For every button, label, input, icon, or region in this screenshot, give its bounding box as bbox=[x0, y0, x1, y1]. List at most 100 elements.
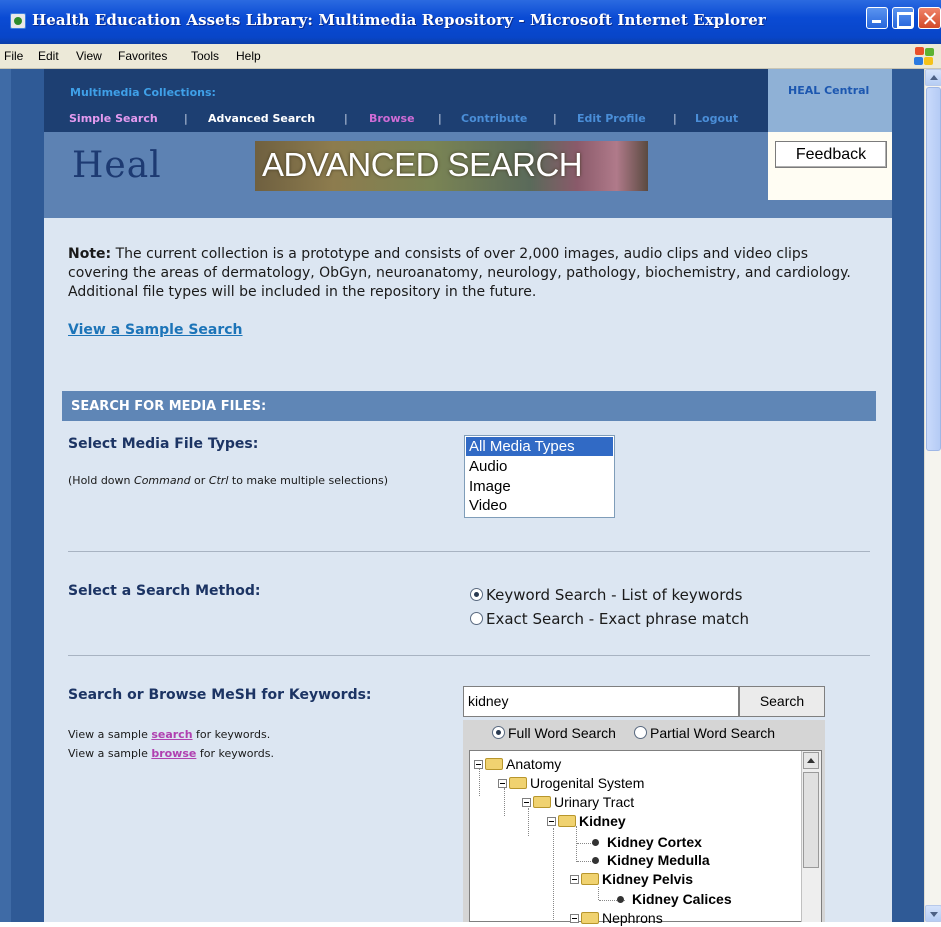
mesh-keywords-label: Search or Browse MeSH for Keywords: bbox=[68, 687, 372, 703]
header-bottom-strip bbox=[44, 200, 892, 218]
collapse-icon[interactable] bbox=[570, 875, 579, 884]
tree-scroll-thumb[interactable] bbox=[803, 772, 819, 868]
tree-node[interactable]: Kidney Cortex bbox=[592, 833, 702, 851]
keyword-search-option[interactable]: Keyword Search - List of keywords bbox=[470, 586, 742, 604]
folder-icon bbox=[485, 758, 503, 770]
folder-icon bbox=[581, 873, 599, 885]
menu-help[interactable]: Help bbox=[236, 49, 261, 63]
nav-separator: | bbox=[673, 112, 677, 125]
nav-contribute[interactable]: Contribute bbox=[461, 112, 527, 125]
section-divider bbox=[68, 655, 870, 656]
minimize-icon[interactable] bbox=[866, 7, 888, 29]
exact-search-option[interactable]: Exact Search - Exact phrase match bbox=[470, 610, 749, 628]
scroll-thumb[interactable] bbox=[926, 87, 941, 451]
collection-note: Note: The current collection is a protot… bbox=[68, 245, 858, 302]
window-title: Health Education Assets Library: Multime… bbox=[32, 11, 766, 29]
menu-favorites[interactable]: Favorites bbox=[118, 49, 167, 63]
media-option-audio[interactable]: Audio bbox=[466, 457, 613, 476]
windows-logo-icon bbox=[914, 47, 934, 65]
collapse-icon[interactable] bbox=[522, 798, 531, 807]
tree-node[interactable]: Kidney Medulla bbox=[592, 851, 710, 869]
media-types-label: Select Media File Types: bbox=[68, 436, 259, 452]
media-option-all[interactable]: All Media Types bbox=[466, 437, 613, 456]
tree-node[interactable]: Urogenital System bbox=[498, 774, 644, 792]
partial-word-label: Partial Word Search bbox=[650, 725, 776, 741]
media-types-hint: (Hold down Command or Ctrl to make multi… bbox=[68, 474, 389, 487]
folder-icon bbox=[533, 796, 551, 808]
nav-simple-search[interactable]: Simple Search bbox=[69, 112, 158, 125]
collapse-icon[interactable] bbox=[474, 760, 483, 769]
partial-word-option[interactable]: Partial Word Search bbox=[634, 725, 775, 741]
tree-connector bbox=[576, 826, 577, 862]
partial-word-radio[interactable] bbox=[634, 726, 647, 739]
tree-node[interactable]: Urinary Tract bbox=[522, 793, 634, 811]
nav-separator: | bbox=[344, 112, 348, 125]
tree-node[interactable]: Kidney Calices bbox=[617, 890, 732, 908]
window-title-bar[interactable]: Health Education Assets Library: Multime… bbox=[0, 0, 941, 44]
tree-connector bbox=[577, 843, 593, 844]
menu-bar: File Edit View Favorites Tools Help bbox=[0, 44, 941, 69]
sample-browse-hint: View a sample browse for keywords. bbox=[68, 747, 274, 760]
collapse-icon[interactable] bbox=[547, 817, 556, 826]
ie-app-icon bbox=[10, 13, 26, 29]
menu-file[interactable]: File bbox=[4, 49, 23, 63]
note-lead: Note: bbox=[68, 246, 112, 262]
tree-node[interactable]: Kidney bbox=[547, 812, 626, 830]
tree-connector bbox=[504, 788, 505, 816]
menu-tools[interactable]: Tools bbox=[191, 49, 219, 63]
full-word-label: Full Word Search bbox=[508, 725, 616, 741]
maximize-icon[interactable] bbox=[892, 7, 914, 29]
nav-separator: | bbox=[184, 112, 188, 125]
scroll-up-arrow-icon[interactable] bbox=[925, 69, 941, 86]
nav-edit-profile[interactable]: Edit Profile bbox=[577, 112, 646, 125]
view-sample-search-link[interactable]: View a Sample Search bbox=[68, 322, 243, 338]
tree-connector bbox=[577, 861, 593, 862]
keyword-search-input[interactable]: kidney bbox=[463, 686, 739, 717]
tree-connector bbox=[553, 828, 554, 920]
collections-label: Multimedia Collections: bbox=[70, 86, 216, 99]
nav-advanced-search[interactable]: Advanced Search bbox=[208, 112, 315, 125]
nav-separator: | bbox=[438, 112, 442, 125]
tree-connector bbox=[598, 887, 599, 900]
exact-search-radio[interactable] bbox=[470, 612, 483, 625]
nav-separator: | bbox=[553, 112, 557, 125]
keyword-search-button[interactable]: Search bbox=[739, 686, 825, 717]
tree-node[interactable]: Kidney Pelvis bbox=[570, 870, 693, 888]
heal-logo: Heal bbox=[72, 145, 162, 186]
note-text: The current collection is a prototype an… bbox=[68, 246, 851, 300]
feedback-button[interactable]: Feedback bbox=[775, 141, 887, 168]
tree-scroll-up-icon[interactable] bbox=[803, 752, 819, 769]
section-divider bbox=[68, 551, 870, 552]
page-left-border bbox=[0, 69, 44, 922]
heal-central-link[interactable]: HEAL Central bbox=[788, 84, 869, 97]
media-option-video[interactable]: Video bbox=[466, 496, 613, 515]
heal-central-panel bbox=[768, 69, 892, 132]
keyword-search-label: Keyword Search - List of keywords bbox=[486, 586, 743, 604]
collapse-icon[interactable] bbox=[498, 779, 507, 788]
search-method-label: Select a Search Method: bbox=[68, 583, 261, 599]
nav-logout[interactable]: Logout bbox=[695, 112, 738, 125]
leaf-bullet-icon bbox=[617, 896, 624, 903]
page-scrollbar[interactable] bbox=[924, 69, 941, 922]
full-word-radio[interactable] bbox=[492, 726, 505, 739]
sample-search-link[interactable]: search bbox=[151, 728, 192, 741]
menu-view[interactable]: View bbox=[76, 49, 102, 63]
section-title: SEARCH FOR MEDIA FILES: bbox=[71, 399, 267, 414]
folder-icon bbox=[509, 777, 527, 789]
folder-icon bbox=[558, 815, 576, 827]
sample-search-hint: View a sample search for keywords. bbox=[68, 728, 271, 741]
page-right-border bbox=[892, 69, 924, 922]
close-icon[interactable] bbox=[918, 7, 941, 29]
leaf-bullet-icon bbox=[592, 839, 599, 846]
media-option-image[interactable]: Image bbox=[466, 477, 613, 496]
media-type-listbox[interactable]: All Media Types Audio Image Video bbox=[464, 435, 615, 518]
menu-edit[interactable]: Edit bbox=[38, 49, 59, 63]
banner-title: ADVANCED SEARCH bbox=[262, 146, 583, 183]
sample-browse-link[interactable]: browse bbox=[151, 747, 196, 760]
tree-node[interactable]: Nephrons bbox=[570, 909, 663, 927]
scroll-down-arrow-icon[interactable] bbox=[925, 905, 941, 922]
tree-node[interactable]: Anatomy bbox=[474, 755, 561, 773]
nav-browse[interactable]: Browse bbox=[369, 112, 415, 125]
keyword-search-radio[interactable] bbox=[470, 588, 483, 601]
full-word-option[interactable]: Full Word Search bbox=[492, 725, 616, 741]
